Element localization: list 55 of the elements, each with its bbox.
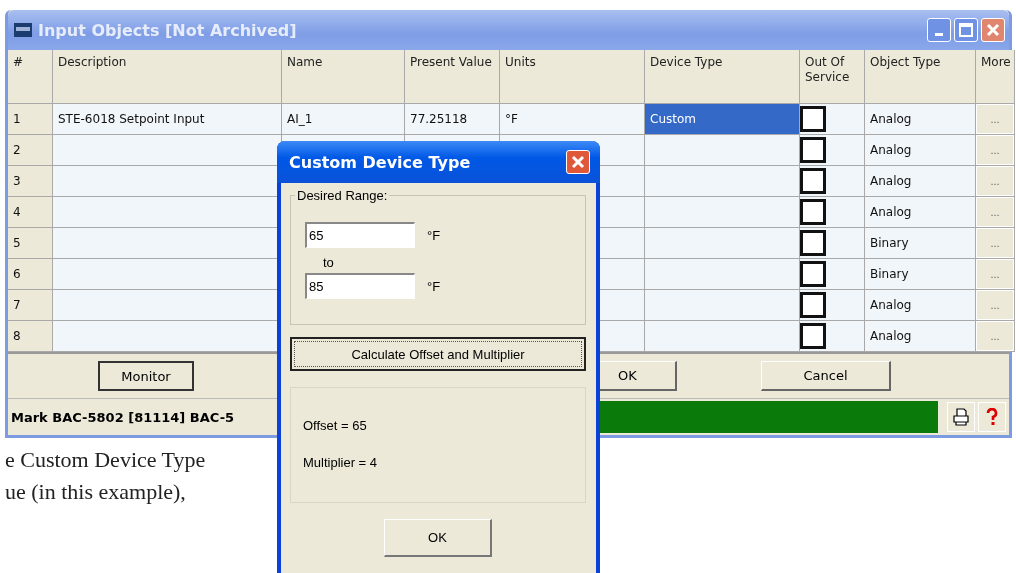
result-text: Multiplier = 4 xyxy=(303,455,379,470)
input-field[interactable]: 65 xyxy=(305,222,415,248)
group-label: Desired Range: xyxy=(295,188,390,203)
more-button[interactable]: ... xyxy=(976,135,1014,165)
table-cell: 77.25118 xyxy=(405,104,500,135)
more-button[interactable]: ... xyxy=(976,197,1014,227)
row-number: 1 xyxy=(8,104,53,135)
unit-label: °F xyxy=(427,227,441,243)
table-cell: Analog xyxy=(865,321,976,352)
column-header: Name xyxy=(282,50,405,104)
monitor-button[interactable]: Monitor xyxy=(98,361,194,391)
column-header: Out Of Service xyxy=(800,50,865,104)
table-cell[interactable]: Custom xyxy=(645,104,800,135)
calculate-button[interactable]: Calculate Offset and Multiplier xyxy=(290,337,586,371)
cancel-button[interactable]: Cancel xyxy=(761,361,891,391)
row-number: 2 xyxy=(8,135,53,166)
document-text: ue (in this example), xyxy=(5,478,186,506)
window-title: Input Objects [Not Archived] xyxy=(38,20,298,40)
column-header: # xyxy=(8,50,53,104)
input-field[interactable]: 85 xyxy=(305,273,415,299)
column-header: More xyxy=(976,50,1015,104)
column-header: Device Type xyxy=(645,50,800,104)
table-cell: Analog xyxy=(865,197,976,228)
column-header: Description xyxy=(53,50,282,104)
column-header: Units xyxy=(500,50,645,104)
row-number: 7 xyxy=(8,290,53,321)
dialog-title: Custom Device Type xyxy=(289,152,471,172)
row-number: 8 xyxy=(8,321,53,352)
row-number: 4 xyxy=(8,197,53,228)
more-button[interactable]: ... xyxy=(976,259,1014,289)
result-text: Offset = 65 xyxy=(303,418,368,433)
table-cell: Analog xyxy=(865,290,976,321)
table-cell: °F xyxy=(500,104,645,135)
column-header: Present Value xyxy=(405,50,500,104)
more-button[interactable]: ... xyxy=(976,321,1014,351)
table-cell: Binary xyxy=(865,228,976,259)
to-label: to xyxy=(322,254,334,272)
column-header: Object Type xyxy=(865,50,976,104)
row-number: 5 xyxy=(8,228,53,259)
more-button[interactable]: ... xyxy=(976,290,1014,320)
more-button[interactable]: ... xyxy=(976,166,1014,196)
row-number: 3 xyxy=(8,166,53,197)
table-cell: Analog xyxy=(865,135,976,166)
table-cell: STE-6018 Setpoint Input xyxy=(53,104,282,135)
unit-label: °F xyxy=(427,278,441,294)
table-cell: AI_1 xyxy=(282,104,405,135)
more-button[interactable]: ... xyxy=(976,228,1014,258)
table-cell: Binary xyxy=(865,259,976,290)
table-cell: Analog xyxy=(865,166,976,197)
more-button[interactable]: ... xyxy=(976,104,1014,134)
row-number: 6 xyxy=(8,259,53,290)
status-text: Mark BAC-5802 [81114] BAC-5 xyxy=(11,409,236,425)
ok-button[interactable]: OK xyxy=(384,519,492,557)
table-cell: Analog xyxy=(865,104,976,135)
document-text: e Custom Device Type xyxy=(5,446,206,474)
